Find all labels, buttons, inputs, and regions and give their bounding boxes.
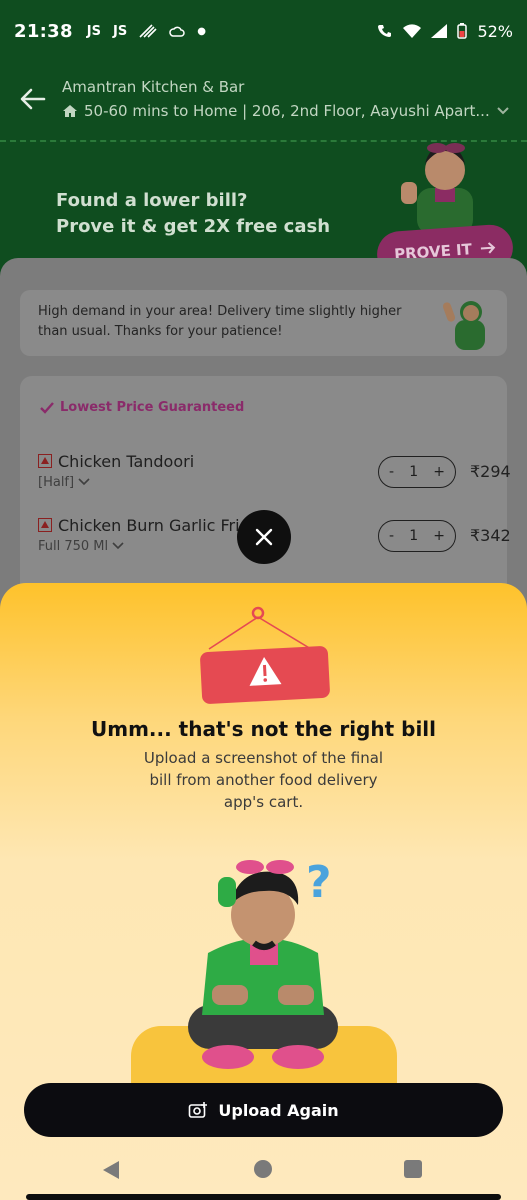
- sheet-desc-line3: app's cart.: [223, 793, 304, 811]
- home-indicator: [26, 1194, 501, 1200]
- nav-back-icon[interactable]: [102, 1160, 120, 1180]
- address-text: 50-60 mins to Home | 206, 2nd Floor, Aay…: [84, 102, 490, 120]
- system-status: 52%: [377, 22, 513, 41]
- quantity-stepper[interactable]: - 1 +: [378, 520, 456, 552]
- check-icon: [40, 401, 54, 414]
- upload-again-button[interactable]: Upload Again: [24, 1083, 503, 1137]
- item-variant-text: Full 750 Ml: [38, 539, 109, 554]
- wifi-call-icon: [378, 25, 392, 38]
- item-price: ₹294: [470, 462, 511, 481]
- increment-button[interactable]: +: [433, 528, 445, 544]
- back-arrow-icon[interactable]: [18, 84, 48, 114]
- banner-text: Found a lower bill? Prove it & get 2X fr…: [56, 188, 330, 240]
- close-icon: [255, 528, 273, 546]
- notice-text: High demand in your area! Delivery time …: [38, 304, 402, 339]
- status-time: 21:38: [14, 20, 73, 42]
- quantity-value: 1: [409, 528, 419, 544]
- cart-item: Chicken Tandoori [Half] - 1 + ₹294: [38, 452, 511, 496]
- banner-line1: Found a lower bill?: [56, 190, 248, 211]
- banner-line2: Prove it & get 2X free cash: [56, 216, 331, 237]
- nonveg-icon: [38, 454, 52, 468]
- increment-button[interactable]: +: [433, 464, 445, 480]
- dot-icon: ●: [197, 25, 206, 37]
- item-name-text: Chicken Tandoori: [58, 452, 195, 471]
- jiosaavn-icon: JS: [113, 23, 128, 39]
- lowest-price-badge: Lowest Price Guaranteed: [40, 400, 244, 415]
- battery-percent: 52%: [477, 21, 513, 41]
- item-name-text: Chicken Burn Garlic Frie: [58, 516, 250, 535]
- mascot-waving-icon: [442, 301, 485, 350]
- chevron-down-icon: [78, 478, 90, 486]
- quantity-value: 1: [409, 464, 419, 480]
- notification-icons: JS JS ●: [87, 24, 206, 39]
- nav-recents-icon[interactable]: [404, 1160, 422, 1178]
- sheet-desc-line2: bill from another food delivery: [149, 771, 378, 789]
- mascot-thumbs-up-icon: [401, 143, 473, 234]
- restaurant-header: Amantran Kitchen & Bar 50-60 mins to Hom…: [0, 70, 527, 140]
- item-variant-text: [Half]: [38, 475, 75, 490]
- system-navigation-bar: [0, 1142, 527, 1200]
- nonveg-icon: [38, 518, 52, 532]
- decrement-button[interactable]: -: [389, 528, 394, 544]
- sheet-title: Umm... that's not the right bill: [90, 717, 437, 741]
- confused-mascot-icon: ?: [188, 857, 338, 1069]
- wrong-bill-sheet: Umm... that's not the right bill Upload …: [0, 583, 527, 1200]
- svg-text:?: ?: [306, 857, 332, 908]
- signal-icon: [431, 24, 448, 38]
- close-sheet-button[interactable]: [237, 510, 291, 564]
- restaurant-name: Amantran Kitchen & Bar: [62, 78, 245, 96]
- nav-home-icon[interactable]: [254, 1160, 272, 1178]
- wifi-icon: [403, 24, 422, 38]
- item-price: ₹342: [470, 526, 511, 545]
- quantity-stepper[interactable]: - 1 +: [378, 456, 456, 488]
- upload-again-label: Upload Again: [218, 1100, 339, 1120]
- camera-upload-icon: [189, 1102, 208, 1118]
- sheet-desc-line1: Upload a screenshot of the final: [143, 749, 384, 767]
- delivery-address[interactable]: 50-60 mins to Home | 206, 2nd Floor, Aay…: [62, 102, 510, 120]
- chevron-down-icon: [112, 542, 124, 550]
- status-bar: 21:38 JS JS ● 52%: [0, 0, 527, 62]
- high-demand-notice: High demand in your area! Delivery time …: [20, 290, 507, 356]
- warning-sign-icon: [200, 606, 330, 704]
- chevron-down-icon: [497, 107, 509, 115]
- home-icon: [63, 105, 77, 117]
- battery-icon: [457, 23, 468, 39]
- arrow-right-icon: [480, 242, 496, 254]
- signal-lines-icon: [139, 24, 157, 38]
- decrement-button[interactable]: -: [389, 464, 394, 480]
- cloud-icon: [169, 26, 185, 37]
- jiosaavn-icon: JS: [86, 23, 101, 39]
- sheet-description: Upload a screenshot of the final bill fr…: [120, 747, 407, 813]
- lowest-price-label: Lowest Price Guaranteed: [60, 400, 245, 415]
